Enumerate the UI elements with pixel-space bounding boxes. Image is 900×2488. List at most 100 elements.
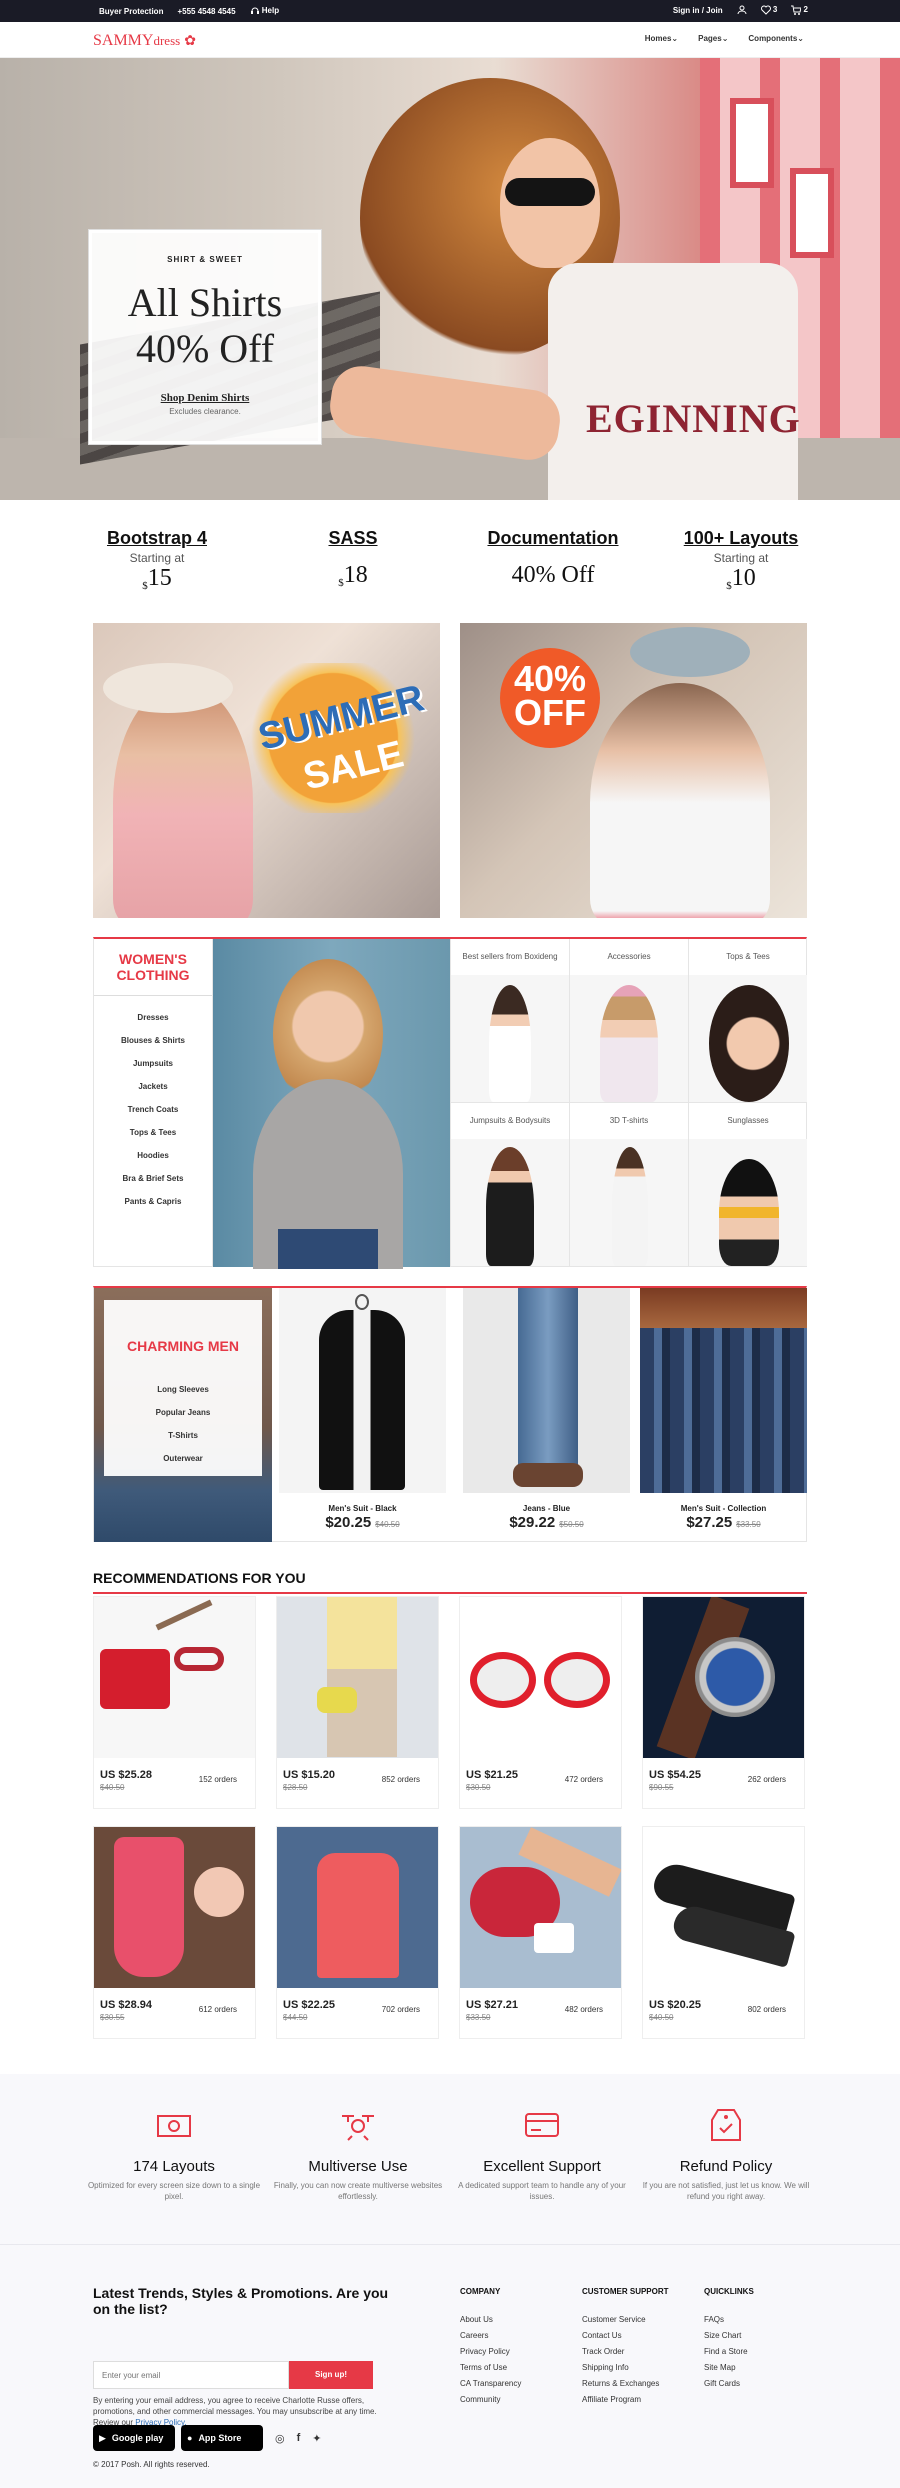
feature-bootstrap[interactable]: Bootstrap 4 Starting at $15 (68, 528, 246, 599)
help-link[interactable]: Help (250, 6, 279, 16)
email-input[interactable] (93, 2361, 289, 2389)
feature-documentation[interactable]: Documentation 40% Off (464, 528, 642, 588)
forty-off-banner[interactable]: 40% OFF (460, 623, 807, 918)
google-play-button[interactable]: ▶ Google play (93, 2425, 175, 2451)
product-price: US $28.94 (100, 1999, 152, 2011)
main-header: SAMMYdress ✿ Homes⌄ Pages⌄ Components⌄ (0, 22, 900, 58)
footer-link[interactable]: CA Transparency (460, 2376, 521, 2392)
womens-menu-item[interactable]: Trench Coats (94, 1098, 212, 1121)
service-text: A dedicated support team to handle any o… (458, 2181, 626, 2201)
recommendation-card[interactable]: US $15.20 $28.50 852 orders (276, 1596, 439, 1809)
hero-window (730, 98, 774, 188)
nav-pages[interactable]: Pages⌄ (698, 34, 728, 43)
product-card[interactable]: Men's Suit - Black $20.25 $40.50 (279, 1288, 446, 1542)
womens-menu-item[interactable]: Dresses (94, 1006, 212, 1029)
service-multiverse: Multiverse Use Finally, you can now crea… (268, 2108, 448, 2202)
newsletter-title: Latest Trends, Styles & Promotions. Are … (93, 2285, 389, 2317)
category-accessories[interactable]: Accessories (569, 939, 688, 1103)
price-current: $27.25 (686, 1514, 733, 1531)
headset-icon (250, 6, 260, 16)
footer-link[interactable]: Contact Us (582, 2328, 669, 2344)
recommendation-card[interactable]: US $25.28 $40.50 152 orders (93, 1596, 256, 1809)
hat-image (103, 663, 233, 713)
footer-link[interactable]: Site Map (704, 2360, 754, 2376)
google-play-label: Google play (111, 2433, 164, 2443)
womens-menu-item[interactable]: Jackets (94, 1075, 212, 1098)
category-image (570, 975, 688, 1102)
feature-layouts[interactable]: 100+ Layouts Starting at $10 (652, 528, 830, 599)
footer-link[interactable]: Find a Store (704, 2344, 754, 2360)
phone-link[interactable]: +555 4548 4545 (177, 7, 235, 16)
footer-link[interactable]: Customer Service (582, 2312, 669, 2328)
service-layouts: 174 Layouts Optimized for every screen s… (84, 2108, 264, 2202)
feature-sass[interactable]: SASS $18 (264, 528, 442, 596)
recommendation-card[interactable]: US $28.94 $30.55 612 orders (93, 1826, 256, 2039)
footer-support: CUSTOMER SUPPORT Customer Service Contac… (582, 2287, 669, 2408)
category-3d-tshirts[interactable]: 3D T-shirts (569, 1103, 688, 1267)
mens-menu-item[interactable]: Popular Jeans (104, 1401, 262, 1424)
top-bar: Buyer Protection +555 4548 4545 Help Sig… (0, 0, 900, 22)
mens-menu-item[interactable]: Outerwear (104, 1447, 262, 1470)
footer-link[interactable]: Terms of Use (460, 2360, 521, 2376)
womens-menu-item[interactable]: Hoodies (94, 1144, 212, 1167)
account-button[interactable] (737, 5, 747, 15)
signup-button[interactable]: Sign up! (289, 2361, 373, 2389)
footer: Latest Trends, Styles & Promotions. Are … (0, 2244, 900, 2488)
copyright: © 2017 Posh. All rights reserved. (93, 2460, 210, 2469)
footer-link[interactable]: About Us (460, 2312, 521, 2328)
footer-link[interactable]: Gift Cards (704, 2376, 754, 2392)
category-jumpsuits[interactable]: Jumpsuits & Bodysuits (450, 1103, 569, 1267)
recommendation-card[interactable]: US $21.25 $30.50 472 orders (459, 1596, 622, 1809)
wishlist-button[interactable]: 3 (760, 5, 777, 15)
womens-menu-item[interactable]: Jumpsuits (94, 1052, 212, 1075)
app-store-label: App Store (198, 2433, 242, 2443)
womens-menu-item[interactable]: Tops & Tees (94, 1121, 212, 1144)
forty-off-badge: 40% OFF (500, 648, 600, 748)
mens-menu-item[interactable]: Long Sleeves (104, 1378, 262, 1401)
signin-link[interactable]: Sign in / Join (673, 6, 723, 15)
category-tops-tees[interactable]: Tops & Tees (688, 939, 807, 1103)
womens-menu-item[interactable]: Bra & Brief Sets (94, 1167, 212, 1190)
app-store-button[interactable]: ● App Store (181, 2425, 263, 2451)
womens-menu-item[interactable]: Pants & Capris (94, 1190, 212, 1213)
category-sunglasses[interactable]: Sunglasses (688, 1103, 807, 1267)
cart-button[interactable]: 2 (791, 5, 808, 15)
category-best-sellers[interactable]: Best sellers from Boxideng (450, 939, 569, 1103)
footer-link[interactable]: Shipping Info (582, 2360, 669, 2376)
womens-menu-item[interactable]: Blouses & Shirts (94, 1029, 212, 1052)
twitter-icon[interactable]: ✦ (312, 2432, 321, 2445)
mens-menu-item[interactable]: T-Shirts (104, 1424, 262, 1447)
instagram-icon[interactable]: ◎ (275, 2432, 285, 2445)
app-store-badges: ▶ Google play ● App Store (93, 2425, 263, 2451)
footer-link[interactable]: Track Order (582, 2344, 669, 2360)
recommendation-card[interactable]: US $22.25 $44.50 702 orders (276, 1826, 439, 2039)
site-logo[interactable]: SAMMYdress ✿ (93, 32, 196, 50)
footer-link[interactable]: FAQs (704, 2312, 754, 2328)
category-label: Tops & Tees (726, 952, 770, 961)
product-image (460, 1597, 621, 1758)
footer-link[interactable]: Returns & Exchanges (582, 2376, 669, 2392)
price-old: $40.50 (375, 1520, 400, 1529)
facebook-icon[interactable]: f (297, 2432, 301, 2445)
footer-link[interactable]: Careers (460, 2328, 521, 2344)
recommendation-card[interactable]: US $27.21 $33.50 482 orders (459, 1826, 622, 2039)
price-value: 15 (147, 565, 172, 591)
product-card[interactable]: Men's Suit - Collection $27.25 $33.50 (640, 1288, 807, 1542)
heart-icon (760, 5, 771, 15)
product-card[interactable]: Jeans - Blue $29.22 $50.50 (463, 1288, 630, 1542)
recommendation-card[interactable]: US $20.25 $40.50 802 orders (642, 1826, 805, 2039)
product-image (277, 1827, 438, 1988)
nav-homes[interactable]: Homes⌄ (645, 34, 678, 43)
footer-link[interactable]: Privacy Policy (460, 2344, 521, 2360)
womens-feature-image[interactable] (213, 939, 450, 1269)
feature-price: 40% Off (464, 562, 642, 588)
summer-sale-banner[interactable]: SUMMER SALE (93, 623, 440, 918)
footer-link[interactable]: Community (460, 2392, 521, 2408)
recommendation-card[interactable]: US $54.25 $90.55 262 orders (642, 1596, 805, 1809)
footer-link[interactable]: Affiliate Program (582, 2392, 669, 2408)
footer-link[interactable]: Size Chart (704, 2328, 754, 2344)
hat-image (630, 627, 750, 677)
shop-denim-link[interactable]: Shop Denim Shirts (92, 392, 318, 404)
buyer-protection-link[interactable]: Buyer Protection (99, 7, 163, 16)
nav-components[interactable]: Components⌄ (748, 34, 804, 43)
